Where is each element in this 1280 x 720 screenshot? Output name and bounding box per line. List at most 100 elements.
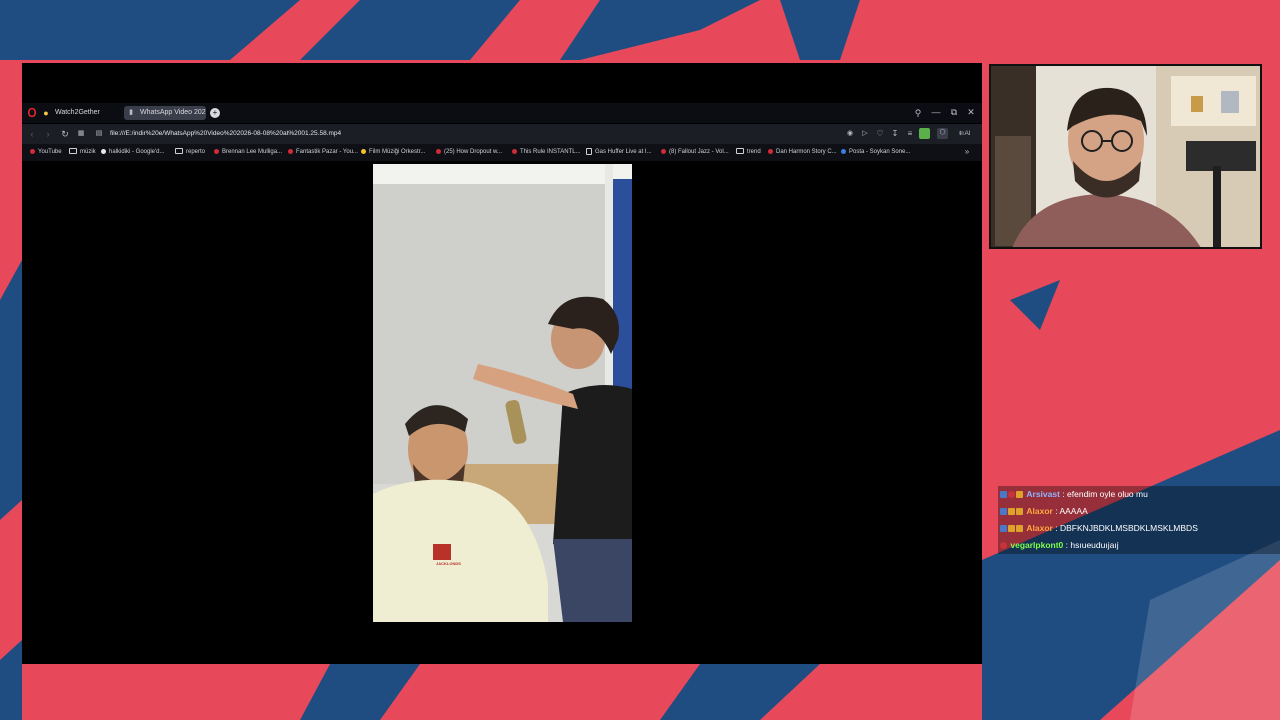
ai-button[interactable]: ⇇AI xyxy=(959,128,971,140)
bookmark-label: halkidiki - Google'd... xyxy=(109,149,165,155)
tab-label: WhatsApp Video 202 xyxy=(140,109,206,116)
sub-badge-icon xyxy=(1008,491,1015,499)
chat-text: DBFKNJBDKLMSBDKLMSKLMBDS xyxy=(1059,523,1198,533)
sub-badge-icon xyxy=(1008,525,1015,533)
bookmark-item[interactable]: YouTube xyxy=(30,147,62,158)
youtube-icon xyxy=(436,148,441,154)
bookmark-item[interactable]: Dan Harmon Story C... xyxy=(768,147,837,158)
download-icon[interactable]: ↧ xyxy=(890,129,900,139)
sub-badge-icon xyxy=(1008,508,1015,516)
youtube-icon xyxy=(512,148,517,154)
crown-badge-icon xyxy=(1016,491,1023,499)
url-input[interactable]: file:///E:/indir%20e/WhatsApp%20Video%20… xyxy=(110,128,341,140)
restore-icon[interactable]: ⧉ xyxy=(949,107,959,117)
bookmark-item[interactable]: müzik xyxy=(69,147,96,158)
folder-icon xyxy=(736,148,744,155)
sub-badge-icon xyxy=(1000,542,1007,550)
video-player[interactable]: JACKLONDS xyxy=(373,164,632,622)
bookmark-label: Film Müziği Orkestr... xyxy=(369,149,426,155)
chat-message: Alaxor : DBFKNJBDKLMSBDKLMSKLMBDS xyxy=(998,520,1280,537)
back-icon[interactable]: ‹ xyxy=(27,129,37,139)
chat-message: vegarlpkont0 : hsıueuduıjaıj xyxy=(998,537,1280,554)
browser-tab-bar: ● Watch2Gether ▮ WhatsApp Video 202 + ⚲ … xyxy=(22,103,982,123)
bookmark-label: Gas Huffer Live at I... xyxy=(595,149,652,155)
bookmark-label: This Rule INSTANTL... xyxy=(520,149,581,155)
chat-username: Alaxor xyxy=(1026,523,1053,533)
bookmark-item[interactable]: Posta - Soykan Sone... xyxy=(841,147,910,158)
chat-separator: : xyxy=(1059,489,1068,499)
bookmark-label: (8) Fallout Jazz - Vol... xyxy=(669,149,729,155)
tab-label: Watch2Gether xyxy=(55,109,100,116)
mod-badge-icon xyxy=(1000,508,1007,516)
bookmark-label: müzik xyxy=(80,149,96,155)
bookmark-item[interactable]: (25) How Dropout w... xyxy=(436,147,502,158)
snapshot-icon[interactable]: ◉ xyxy=(845,129,855,139)
mail-icon xyxy=(841,148,846,154)
profile-avatar-icon[interactable] xyxy=(919,128,930,139)
chat-username: vegarlpkont0 xyxy=(1010,540,1064,550)
bookmark-label: Posta - Soykan Sone... xyxy=(849,149,911,155)
bookmark-label: reperto xyxy=(186,149,206,155)
browser-address-bar: ‹ › ↻ ▦ ▤ file:///E:/indir%20e/WhatsApp%… xyxy=(22,124,982,144)
minimize-icon[interactable]: — xyxy=(931,107,941,117)
chat-text: efendim oyle oluo mu xyxy=(1067,489,1148,499)
drive-icon xyxy=(361,148,366,154)
bookmark-label: YouTube xyxy=(38,149,62,155)
bookmark-item[interactable]: Gas Huffer Live at I... xyxy=(586,147,652,158)
bookmark-item[interactable]: Brennan Lee Mulliga... xyxy=(214,147,282,158)
doc-icon xyxy=(586,147,592,155)
mod-badge-icon xyxy=(1000,491,1007,499)
file-icon: ▮ xyxy=(129,109,133,116)
bookmark-label: Brennan Lee Mulliga... xyxy=(222,149,283,155)
tab-watch2gether[interactable]: ● Watch2Gether xyxy=(39,106,119,120)
chat-separator: : xyxy=(1052,523,1060,533)
ai-label: AI xyxy=(964,130,971,137)
forward-icon[interactable]: › xyxy=(43,129,53,139)
bookmark-label: Fantastik Pazar - You... xyxy=(296,149,359,155)
bookmark-item[interactable]: reperto xyxy=(175,147,205,158)
bookmark-item[interactable]: trend xyxy=(736,147,761,158)
chat-username: Arsivast xyxy=(1026,489,1060,499)
shared-screen: ● Watch2Gether ▮ WhatsApp Video 202 + ⚲ … xyxy=(22,63,982,664)
folder-icon xyxy=(69,148,77,155)
watch2gether-icon: ● xyxy=(43,108,49,118)
bookmark-item[interactable]: Film Müziği Orkestr... xyxy=(361,147,425,158)
menu-icon[interactable]: ≡ xyxy=(905,129,915,139)
new-tab-button[interactable]: + xyxy=(210,108,220,118)
youtube-icon xyxy=(30,148,35,154)
chat-text: hsıueuduıjaıj xyxy=(1070,540,1119,550)
page-info-icon[interactable]: ▤ xyxy=(94,129,104,139)
chat-username: Alaxor xyxy=(1026,506,1053,516)
bookmark-label: (25) How Dropout w... xyxy=(444,149,503,155)
tab-whatsapp-video[interactable]: ▮ WhatsApp Video 202 xyxy=(124,106,206,120)
webcam-feed xyxy=(989,64,1262,249)
tab-grid-icon[interactable]: ▦ xyxy=(76,129,86,139)
heart-icon[interactable]: ♡ xyxy=(875,129,885,139)
youtube-icon xyxy=(214,148,219,154)
bookmark-item[interactable]: halkidiki - Google'd... xyxy=(101,147,165,158)
bookmark-label: trend xyxy=(747,149,761,155)
close-icon[interactable]: ✕ xyxy=(966,107,976,117)
bookmark-item[interactable]: (8) Fallout Jazz - Vol... xyxy=(661,147,729,158)
reload-icon[interactable]: ↻ xyxy=(60,129,70,139)
bookmark-label: Dan Harmon Story C... xyxy=(776,149,837,155)
stream-chat: Arsivast : efendim oyle oluo mu Alaxor :… xyxy=(998,486,1280,554)
opera-logo-icon[interactable] xyxy=(27,107,37,118)
more-bookmarks-icon[interactable]: » xyxy=(962,147,972,157)
mod-badge-icon xyxy=(1000,525,1007,533)
shirt-logo-text: JACKLONDS xyxy=(436,561,461,566)
chat-message: Alaxor : AAAAA xyxy=(998,503,1280,520)
bookmark-item[interactable]: Fantastik Pazar - You... xyxy=(288,147,358,158)
search-tabs-icon[interactable]: ⚲ xyxy=(913,108,923,118)
webcam-image xyxy=(991,66,1260,247)
crown-badge-icon xyxy=(1016,508,1023,516)
chat-text: AAAAA xyxy=(1059,506,1088,516)
crown-badge-icon xyxy=(1016,525,1023,533)
bookmark-item[interactable]: This Rule INSTANTL... xyxy=(512,147,581,158)
google-icon xyxy=(101,148,106,154)
youtube-icon xyxy=(768,148,773,154)
extensions-icon[interactable]: ⬡ xyxy=(937,128,948,139)
youtube-icon xyxy=(288,148,293,154)
player-icon[interactable]: ▷ xyxy=(860,129,870,139)
video-frame xyxy=(373,164,632,622)
